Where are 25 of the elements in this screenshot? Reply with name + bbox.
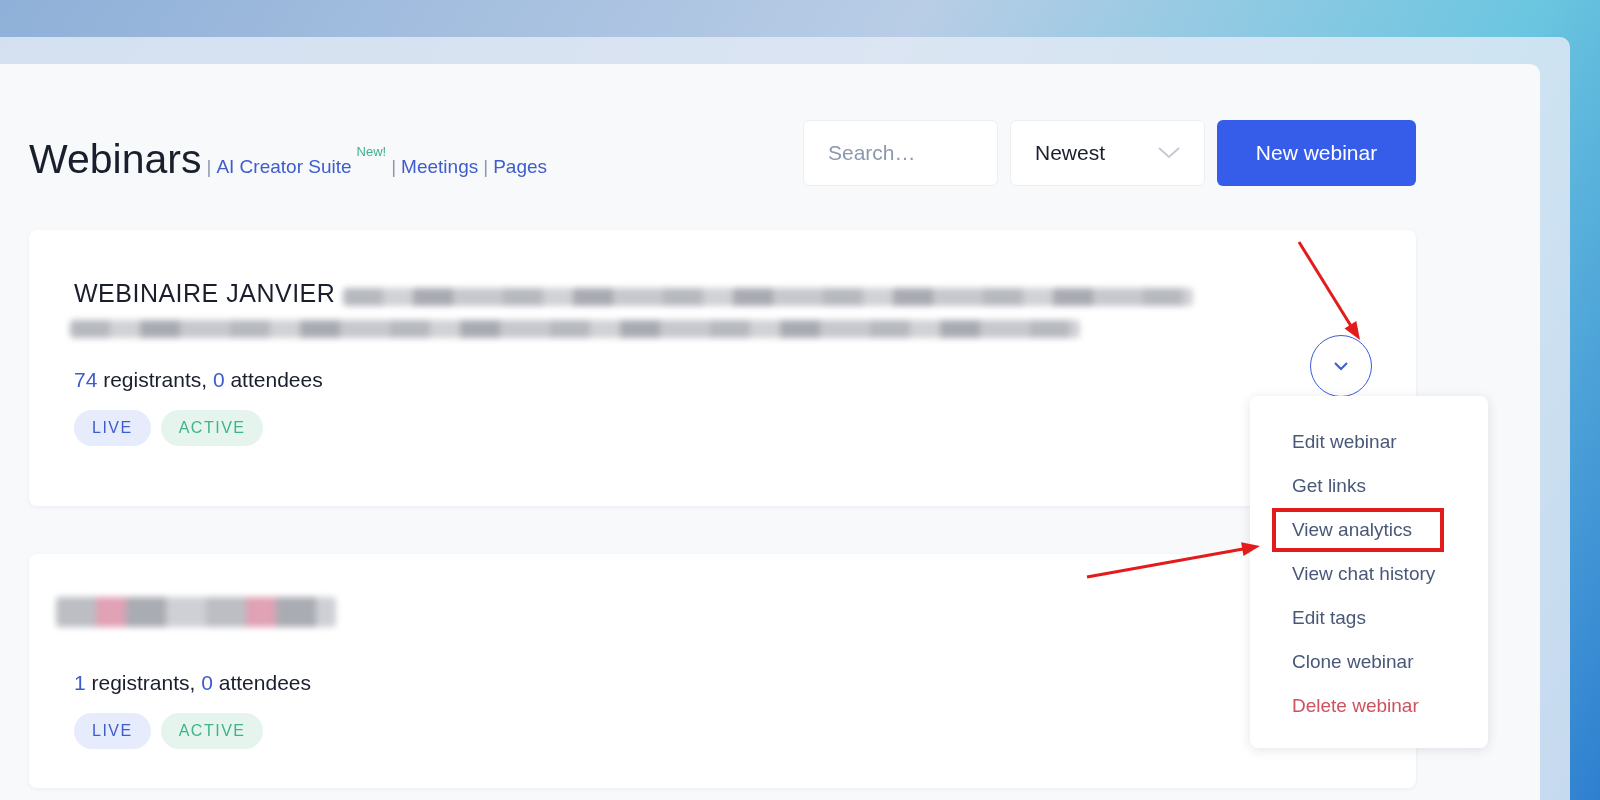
status-tag: LIVE — [74, 713, 151, 749]
status-tag: ACTIVE — [160, 410, 264, 446]
nav-link[interactable]: Meetings — [401, 155, 479, 178]
nav-link[interactable]: AI Creator Suite — [216, 155, 352, 178]
status-tag: LIVE — [74, 410, 151, 446]
menu-item[interactable]: Get links — [1272, 464, 1386, 508]
menu-item[interactable]: Clone webinar — [1272, 640, 1434, 684]
sort-dropdown[interactable]: Newest — [1010, 120, 1205, 186]
page-title: Webinars — [29, 135, 202, 183]
menu-item[interactable]: View analytics — [1272, 508, 1445, 552]
nav-link[interactable]: Pages — [493, 155, 548, 178]
webinar-title: WEBINAIRE JANVIER — [74, 278, 336, 308]
menu-item[interactable]: View chat history — [1272, 552, 1456, 596]
menu-item[interactable]: Delete webinar — [1272, 684, 1439, 728]
separator: | — [206, 155, 212, 178]
registrant-stats: 74 registrants, 0 attendees — [74, 368, 323, 392]
menu-item[interactable]: Edit webinar — [1272, 420, 1417, 464]
new-label: New! — [356, 143, 387, 159]
separator: | — [391, 155, 397, 178]
status-tag: ACTIVE — [160, 713, 264, 749]
menu-item[interactable]: Edit tags — [1272, 596, 1386, 640]
search-field[interactable]: Search… — [803, 120, 998, 186]
separator: | — [483, 155, 489, 178]
new-webinar-button[interactable]: New webinar — [1217, 120, 1416, 186]
registrant-stats: 1 registrants, 0 attendees — [74, 671, 311, 695]
